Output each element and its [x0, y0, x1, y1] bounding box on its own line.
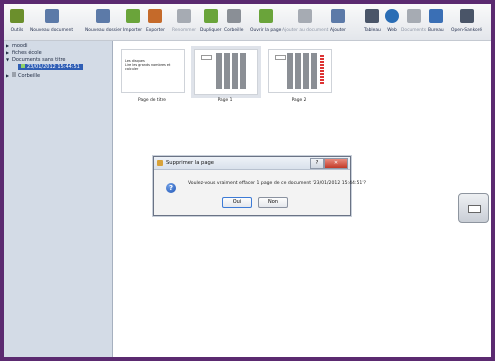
add-icon: [330, 9, 345, 23]
tools-icon: [10, 9, 24, 23]
yes-button[interactable]: Oui: [222, 197, 252, 208]
import-icon: [125, 9, 140, 23]
thumbnail-element: [275, 55, 286, 60]
toolbar-button-rename[interactable]: Renommer: [172, 6, 196, 33]
toolbar-label: Nouveau document: [30, 28, 74, 33]
tree-item-documents-sans-titre[interactable]: ▼ Documents sans titre: [6, 57, 65, 63]
toolbar-button-add-to-document[interactable]: Ajouter au document: [282, 6, 328, 33]
add-to-document-icon: [298, 9, 313, 23]
help-button[interactable]: ?: [310, 158, 324, 169]
duplicate-icon: [203, 9, 218, 23]
thumbnail-caption: Page de titre: [138, 98, 166, 103]
toolbar-button-add[interactable]: Ajouter: [330, 6, 346, 33]
floating-desktop-button[interactable]: [458, 193, 489, 223]
dialog-title: Supprimer la page: [166, 160, 214, 166]
thumbnail-title-page[interactable]: Les disques Lire les grands nombres et c…: [121, 49, 185, 93]
open-sankore-icon: [459, 9, 474, 23]
tree-item-selected-document[interactable]: 23/01/2012 15:44:51: [18, 64, 83, 70]
app-window: Outils Nouveau document Nouveau dossier …: [4, 4, 491, 357]
toolbar-label: Importer: [123, 28, 143, 33]
toolbar-button-outils[interactable]: Outils: [10, 6, 24, 33]
trash-icon: [12, 72, 16, 77]
thumbnail-caption: Page 1: [217, 98, 233, 103]
desktop-icon: [468, 205, 481, 213]
web-icon: [385, 9, 399, 23]
toolbar-button-documents[interactable]: Documents: [401, 6, 426, 33]
toolbar-label: Exporter: [146, 28, 165, 33]
toolbar-button-new-document[interactable]: Nouveau document: [30, 6, 73, 33]
thumbnail-red-dots: [320, 55, 324, 85]
toolbar-label: Bureau: [428, 28, 444, 33]
toolbar-button-export[interactable]: Exporter: [146, 6, 165, 33]
thumbnail-title-line: Lire les grands nombres et calculer: [125, 63, 171, 71]
delete-page-dialog: Supprimer la page ? ✕ ? Voulez-vous vrai…: [153, 156, 366, 216]
toolbar-label: Tableau: [364, 28, 381, 33]
toolbar-label: Renommer: [172, 28, 197, 33]
open-page-icon: [258, 9, 273, 23]
documents-icon: [406, 9, 421, 23]
toolbar-button-import[interactable]: Importer: [123, 6, 142, 33]
toolbar-button-open-sankore[interactable]: Open-Sankoré: [451, 6, 482, 33]
tree-item-label: 23/01/2012 15:44:51: [27, 64, 80, 70]
new-document-icon: [44, 9, 59, 23]
new-folder-icon: [96, 9, 111, 23]
document-icon: [21, 64, 25, 68]
toolbar-label: Ouvrir la page: [250, 28, 282, 33]
toolbar-label: Nouveau dossier: [85, 28, 122, 33]
thumbnail-title-text: Les disques Lire les grands nombres et c…: [125, 59, 184, 71]
toolbar-button-new-folder[interactable]: Nouveau dossier: [85, 6, 122, 33]
thumbnail-element: [201, 55, 212, 60]
toolbar-label: Open-Sankoré: [451, 28, 483, 33]
thumbnail-bars: [216, 53, 246, 89]
toolbar-button-trash[interactable]: Corbeille: [224, 6, 243, 33]
tree-item-label: Corbeille: [18, 73, 41, 79]
toolbar-label: Corbeille: [224, 28, 244, 33]
thumbnail-page-1[interactable]: [191, 46, 261, 98]
desktop-icon: [428, 9, 443, 23]
dialog-titlebar[interactable]: Supprimer la page ? ✕: [154, 157, 350, 170]
toolbar-button-desktop[interactable]: Bureau: [428, 6, 444, 33]
thumbnail-bars: [287, 53, 317, 89]
rename-icon: [177, 9, 192, 23]
tree-item-moodi[interactable]: ▶ moodi: [6, 43, 28, 49]
thumbnail-caption: Page 2: [291, 98, 307, 103]
toolbar-button-web[interactable]: Web: [385, 6, 399, 33]
dialog-message: Voulez-vous vraiment effacer 1 page de c…: [188, 181, 367, 186]
tree-item-label: Documents sans titre: [12, 57, 66, 63]
tree-item-fiches-ecole[interactable]: ▶ fiches école: [6, 50, 42, 56]
question-icon: ?: [166, 183, 176, 193]
document-tree: ▶ moodi ▶ fiches école ▼ Documents sans tit…: [4, 41, 113, 357]
toolbar-label: Ajouter: [330, 28, 346, 33]
export-icon: [148, 9, 163, 23]
toolbar-label: Documents: [401, 28, 427, 33]
toolbar-button-open-page[interactable]: Ouvrir la page: [250, 6, 281, 33]
tree-item-label: fiches école: [12, 50, 42, 56]
board-icon: [365, 9, 380, 23]
tree-item-label: moodi: [12, 43, 28, 49]
toolbar-button-duplicate[interactable]: Dupliquer: [200, 6, 221, 33]
toolbar: Outils Nouveau document Nouveau dossier …: [4, 4, 491, 41]
tree-item-corbeille[interactable]: ▶ Corbeille: [6, 72, 40, 79]
close-button[interactable]: ✕: [324, 158, 348, 169]
toolbar-label: Outils: [10, 28, 24, 33]
app-icon: [157, 160, 163, 166]
thumbnail-page-2[interactable]: [268, 49, 332, 93]
no-button[interactable]: Non: [258, 197, 288, 208]
trash-icon: [226, 9, 241, 23]
toolbar-label: Ajouter au document: [282, 28, 329, 33]
toolbar-button-board[interactable]: Tableau: [364, 6, 381, 33]
toolbar-label: Dupliquer: [200, 28, 222, 33]
toolbar-label: Web: [387, 28, 397, 33]
